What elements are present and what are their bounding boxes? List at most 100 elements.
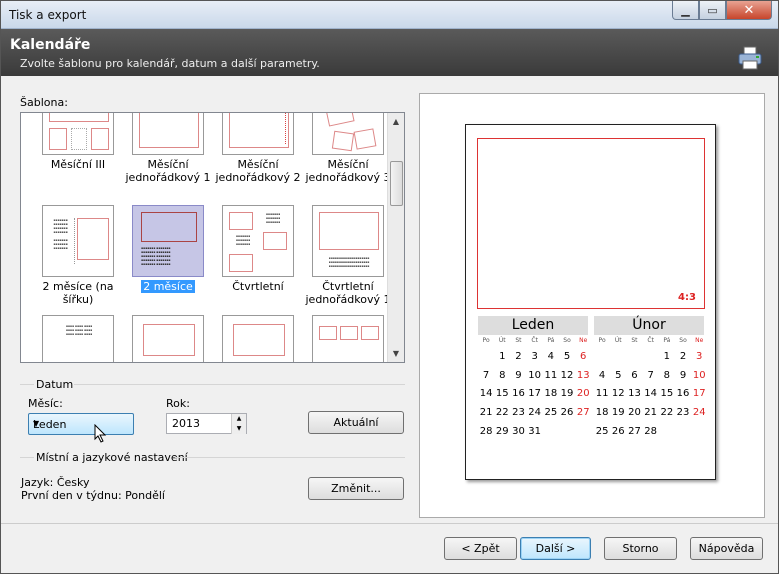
template-item[interactable]: Měsíční III: [31, 113, 125, 171]
day-cell: [594, 351, 610, 362]
template-thumbnail: [222, 315, 294, 362]
title-bar: Tisk a export ▁ ▭ ✕: [1, 1, 778, 29]
wizard-header: Kalendáře Zvolte šablonu pro kalendář, d…: [1, 29, 778, 76]
day-cell: [626, 351, 642, 362]
weekday-label: Pá: [547, 337, 555, 344]
day-cell: 5: [615, 369, 622, 381]
scroll-thumb[interactable]: [390, 161, 403, 206]
weekday-label: So: [679, 337, 687, 344]
template-item[interactable]: Měsíční jednořádkový 2: [211, 113, 305, 184]
day-cell: 31: [528, 425, 542, 437]
group-divider: [20, 384, 34, 385]
back-button[interactable]: < Zpět: [444, 537, 517, 560]
weekday-label: Čt: [531, 337, 538, 344]
weekday-label: Út: [498, 337, 506, 344]
template-thumbnail: [312, 113, 384, 155]
day-cell: 22: [495, 407, 509, 419]
day-cell: 15: [495, 388, 509, 400]
day-cell: 23: [676, 407, 690, 419]
weekday-label: St: [631, 337, 638, 344]
day-cell: 1: [499, 351, 506, 362]
template-caption: Čtvrtletní jednořádkový 1: [305, 280, 391, 306]
day-cell: 28: [644, 425, 658, 437]
day-cell: 15: [660, 388, 674, 400]
day-cell: 19: [560, 388, 574, 400]
dialog-window: Tisk a export ▁ ▭ ✕ Kalendáře Zvolte šab…: [0, 0, 779, 574]
template-item[interactable]: [301, 315, 395, 362]
template-item[interactable]: [121, 315, 215, 362]
window-title: Tisk a export: [9, 8, 87, 22]
day-cell: 20: [576, 388, 590, 400]
day-cell: 17: [692, 388, 706, 400]
template-thumbnail: ▪▪▪▪ ▪▪▪▪ ▪▪▪▪ ▪▪▪▪ ▪▪▪▪ ▪▪▪▪ ▪▪▪▪ ▪▪▪▪ ▪▪…: [42, 315, 114, 362]
spin-down-icon[interactable]: ▼: [231, 424, 246, 434]
day-cell: 9: [515, 369, 522, 381]
day-cell: 7: [482, 369, 490, 381]
day-cell: 16: [512, 388, 525, 400]
day-cell: 6: [631, 369, 638, 381]
day-cell: 30: [512, 425, 525, 437]
week-row: 123456: [478, 351, 591, 362]
day-cell: [659, 426, 675, 437]
day-cell: 18: [595, 407, 609, 419]
day-cell: 21: [644, 407, 658, 419]
weekday-label: Po: [598, 337, 606, 344]
cancel-button[interactable]: Storno: [604, 537, 677, 560]
day-cell: 2: [679, 351, 687, 362]
template-item[interactable]: ▪▪▪▪ ▪▪▪▪ ▪▪▪▪ ▪▪▪▪ ▪▪▪▪ ▪▪▪▪ ▪▪▪▪ ▪▪▪▪ ▪▪…: [31, 315, 125, 362]
close-button[interactable]: ✕: [726, 1, 772, 20]
page-title: Kalendáře: [10, 37, 91, 53]
language-text: Jazyk: Česky: [21, 476, 90, 489]
year-value: 2013: [172, 417, 200, 430]
template-scrollbar[interactable]: ▲ ▼: [387, 113, 404, 362]
month-select[interactable]: Leden ▼: [28, 413, 134, 435]
day-cell: 13: [628, 388, 641, 400]
spin-up-icon[interactable]: ▲: [231, 414, 246, 424]
template-caption: Měsíční jednořádkový 2: [215, 158, 301, 184]
next-button[interactable]: Další >: [520, 537, 591, 560]
week-row: 11 12 13 14 15 16 17: [594, 388, 707, 399]
day-cell: 10: [692, 369, 706, 381]
date-group-label: Datum: [36, 378, 74, 391]
template-item[interactable]: ▪▪▪▪▪▪▪▪▪▪▪▪▪▪▪▪▪▪▪▪▪▪▪▪▪▪▪▪▪▪▪▪▪▪▪▪▪▪▪▪…: [31, 205, 125, 306]
template-item[interactable]: ▪▪▪▪▪▪▪▪▪▪▪▪▪▪▪▪▪▪▪▪▪▪▪▪▪▪▪▪▪▪▪▪▪▪▪▪▪▪▪▪…: [301, 205, 395, 306]
locale-group-label: Místní a jazykové nastavení: [36, 451, 188, 464]
day-cell: [675, 426, 691, 437]
day-cell: [559, 426, 575, 437]
day-cell: [643, 351, 659, 362]
scroll-down-icon[interactable]: ▼: [388, 345, 404, 362]
year-stepper[interactable]: 2013 ▲ ▼: [166, 413, 247, 434]
weekday-label: So: [563, 337, 571, 344]
weekday-label: Út: [614, 337, 622, 344]
day-cell: 17: [528, 388, 542, 400]
change-locale-button[interactable]: Změnit...: [308, 477, 404, 500]
first-day-text: První den v týdnu: Pondělí: [21, 489, 165, 502]
day-cell: 10: [528, 369, 542, 381]
day-cell: 28: [479, 425, 493, 437]
weekday-label: Ne: [579, 337, 588, 344]
template-item[interactable]: [211, 315, 305, 362]
day-cell: 26: [611, 425, 625, 437]
help-button[interactable]: Nápověda: [690, 537, 763, 560]
day-cell: 12: [611, 388, 625, 400]
maximize-button[interactable]: ▭: [699, 1, 726, 20]
template-thumbnail: [132, 315, 204, 362]
template-thumbnail: [312, 315, 384, 362]
week-row: 21 22 23 24 25 26 27: [478, 407, 591, 418]
day-cell: 14: [479, 388, 493, 400]
template-item[interactable]: Měsíční jednořádkový 1: [121, 113, 215, 184]
template-caption: Měsíční jednořádkový 3: [305, 158, 391, 184]
week-row: 18 19 20 21 22 23 24: [594, 407, 707, 418]
day-cell: 2: [515, 351, 522, 362]
template-list[interactable]: Měsíční III Měsíční jednořádkový 1 Měsíč…: [20, 112, 405, 363]
day-cell: 24: [528, 407, 542, 419]
template-item-selected[interactable]: ▪▪▪▪▪▪▪ ▪▪▪▪▪▪▪ ▪▪▪▪▪▪▪ ▪▪▪▪▪▪▪ ▪▪▪▪▪▪▪ ▪▪…: [121, 205, 215, 293]
weekday-label: Pá: [663, 337, 671, 344]
day-cell: 21: [479, 407, 493, 419]
template-item[interactable]: Měsíční jednořádkový 3: [301, 113, 395, 184]
current-date-button[interactable]: Aktuální: [308, 411, 404, 434]
week-row: 25 26 27 28: [594, 426, 707, 437]
template-item[interactable]: ▪▪▪▪▪▪▪ ▪▪▪▪▪▪▪ ▪▪▪▪▪▪▪ ▪▪▪▪▪▪▪ ▪▪▪▪▪▪▪ ▪▪▪▪…: [211, 205, 305, 293]
minimize-button[interactable]: ▁: [672, 1, 699, 20]
scroll-up-icon[interactable]: ▲: [388, 113, 404, 130]
